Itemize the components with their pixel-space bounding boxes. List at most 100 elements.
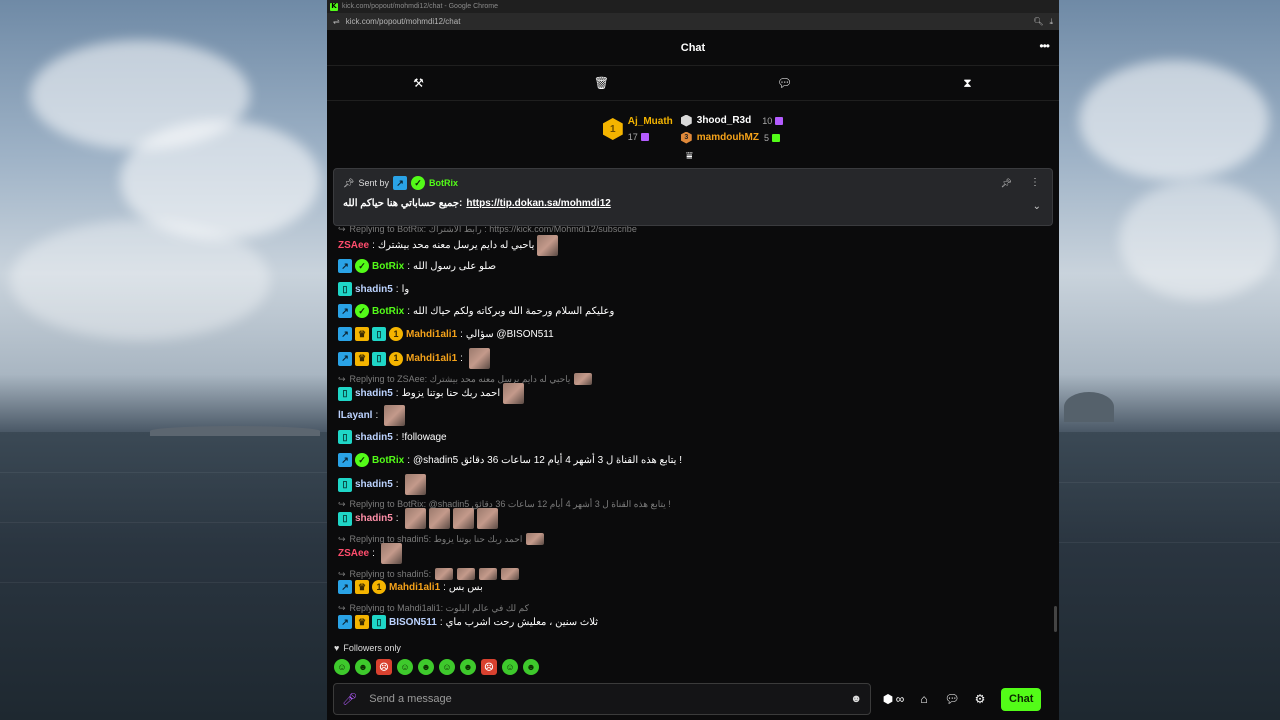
chat-message: ▯ shadin5: xyxy=(338,474,426,495)
channel-points-value[interactable]: ∞ xyxy=(893,692,907,706)
pinned-link[interactable]: https://tip.dokan.sa/mohmdi12 xyxy=(466,198,610,209)
verified-badge-icon: ✓ xyxy=(410,176,425,190)
trash-icon[interactable]: 🗑︎ xyxy=(510,76,693,90)
chevron-down-icon[interactable]: ⌄ xyxy=(1033,201,1041,212)
emote-button[interactable]: ☺ xyxy=(334,659,350,675)
username[interactable]: shadin5 xyxy=(355,284,393,295)
gift-icon xyxy=(772,133,780,142)
chat-message: ↗ ✓ BotRix: صلو على رسول الله xyxy=(338,259,496,273)
username[interactable]: ZSAee xyxy=(338,240,369,251)
settings-gear-icon[interactable]: ⚙ xyxy=(969,692,991,706)
moderator-badge-icon: ↗ xyxy=(392,176,407,190)
leaderboard-second-count: 10 xyxy=(762,115,773,126)
zoom-icon[interactable]: 🔍︎ xyxy=(1033,17,1043,26)
chat-scrollbar[interactable] xyxy=(1054,606,1057,632)
username[interactable]: BotRix xyxy=(372,306,404,317)
moderator-badge-icon: ↗ xyxy=(338,615,352,629)
pinned-message: 📌︎ Sent by ↗ ✓ BotRix جميع حساباتي هنا ح… xyxy=(333,168,1053,226)
username[interactable]: Mahdi1ali1 xyxy=(406,329,457,340)
username[interactable]: shadin5 xyxy=(355,388,393,399)
message-input[interactable]: 🎤︎ Send a message ☻ xyxy=(333,683,871,715)
message-placeholder[interactable]: Send a message xyxy=(369,693,838,705)
subscriber-badge-icon: ▯ xyxy=(338,511,352,526)
emote-button[interactable]: ☺ xyxy=(397,659,413,675)
username[interactable]: BISON511 xyxy=(389,617,437,628)
gifter-badge-icon: 1 xyxy=(389,327,403,341)
emote-button[interactable]: ☻ xyxy=(523,659,539,675)
chat-message: ▯ shadin5: !followage xyxy=(338,430,447,444)
chat-message: ↗ ✓ BotRix: @shadin5 يتابع هذه القناة ل … xyxy=(338,453,682,467)
leaderboard-first-count: 17 xyxy=(627,132,638,142)
crown-badge-icon: ♛ xyxy=(355,351,369,366)
leaderboard-second[interactable]: 3hood_R3d 10 xyxy=(680,114,784,127)
chat-message: ZSAee: ياحبي له دايم يرسل معنه محد بيشتر… xyxy=(338,235,559,256)
hourglass-icon[interactable]: ⧗ xyxy=(876,76,1059,91)
desktop-background-right xyxy=(1059,0,1280,720)
username[interactable]: lLayanl xyxy=(338,410,372,421)
username[interactable]: BotRix xyxy=(372,455,404,466)
subscriber-badge-icon: ▯ xyxy=(372,327,386,341)
emote xyxy=(452,508,474,529)
username[interactable]: shadin5 xyxy=(355,479,393,490)
pinned-author[interactable]: BotRix xyxy=(429,178,458,188)
emote xyxy=(476,508,498,529)
leaderboard-first-name: Aj_Muath xyxy=(627,116,673,127)
address-bar[interactable]: ⇌ kick.com/popout/mohmdi12/chat 🔍︎ ⤓ xyxy=(327,13,1059,30)
emoji-picker-icon[interactable]: ☻ xyxy=(850,693,862,705)
message-text: وا xyxy=(401,283,410,295)
window-titlebar: K kick.com/popout/mohmdi12/chat - Google… xyxy=(327,0,1059,13)
reply-arrow-icon: ↪ xyxy=(338,603,346,613)
username[interactable]: shadin5 xyxy=(355,432,393,443)
quick-emote-bar: ☺ ☻ ☹ ☺ ☻ ☺ ☻ ☹ ☺ ☻ xyxy=(334,659,539,675)
chat-send-button[interactable]: Chat xyxy=(1001,687,1042,711)
emote xyxy=(428,508,450,529)
chat-input-row: 🎤︎ Send a message ☻ ⬢ ∞ ⌂ 💬︎ ⚙ Chat xyxy=(333,683,1053,715)
emote-button[interactable]: ☹ xyxy=(376,659,392,675)
subscriber-badge-icon: ▯ xyxy=(338,282,352,296)
username[interactable]: Mahdi1ali1 xyxy=(389,582,440,593)
emote xyxy=(574,373,593,385)
verified-badge-icon: ✓ xyxy=(355,259,369,273)
emote-button[interactable]: ☻ xyxy=(460,659,476,675)
emote-button[interactable]: ☻ xyxy=(418,659,434,675)
download-icon[interactable]: ⤓ xyxy=(1049,17,1053,27)
crown-badge-icon: ♛ xyxy=(355,327,369,341)
username[interactable]: shadin5 xyxy=(355,513,393,524)
gift-leaderboard: 1 Aj_Muath 17 3hood_R3d 10 3 mamdouhMZ 5… xyxy=(327,101,1059,162)
reply-context[interactable]: ↪ Replying to shadin5: xyxy=(338,568,520,580)
pinned-more-icon[interactable]: ⋮ xyxy=(1030,177,1040,188)
emote xyxy=(479,568,498,580)
crown-badge-icon: ♛ xyxy=(355,615,369,629)
emote xyxy=(435,568,454,580)
reply-context[interactable]: ↪ Replying to Mahdi1ali1: كم لك في عالم … xyxy=(338,603,529,614)
message-text: سؤالي @BISON511 xyxy=(465,328,554,340)
emote-button[interactable]: ☺ xyxy=(439,659,455,675)
unpin-icon[interactable]: 📌︎ xyxy=(1001,178,1012,189)
url-text[interactable]: kick.com/popout/mohmdi12/chat xyxy=(346,17,461,26)
gifter-badge-icon: 1 xyxy=(389,351,403,366)
username[interactable]: ZSAee xyxy=(338,548,369,559)
ban-hammer-icon[interactable]: ⚒ xyxy=(327,76,510,90)
microphone-icon[interactable]: 🎤︎ xyxy=(342,692,357,706)
store-icon[interactable]: ⌂ xyxy=(913,692,935,706)
emote-button[interactable]: ☹ xyxy=(481,659,497,675)
kick-logo-icon: K xyxy=(330,2,338,11)
message-text: احمد ربك حنا بوتنا يزوط xyxy=(401,388,501,399)
site-settings-icon[interactable]: ⇌ xyxy=(333,17,340,26)
message-text: !followage xyxy=(401,431,447,443)
message-text: وعليكم السلام ورحمة الله وبركاته ولكم حي… xyxy=(413,305,615,317)
chat-message: ↗ ♛ ▯ 1 Mahdi1ali1: xyxy=(338,348,490,369)
window-title: kick.com/popout/mohmdi12/chat - Google C… xyxy=(342,3,499,10)
leaderboard-third[interactable]: 3 mamdouhMZ 5 xyxy=(680,131,783,144)
emote-button[interactable]: ☺ xyxy=(502,659,518,675)
chat-message: ▯ shadin5: احمد ربك حنا بوتنا يزوط xyxy=(338,383,525,404)
chat-bubble-icon[interactable]: 💬︎ xyxy=(693,76,876,90)
more-options-icon[interactable]: ••• xyxy=(1039,39,1050,53)
username[interactable]: BotRix xyxy=(372,261,404,272)
leaderboard-first[interactable]: 1 Aj_Muath 17 xyxy=(602,116,673,142)
chat-bubble-settings-icon[interactable]: 💬︎ xyxy=(941,692,963,706)
emote-button[interactable]: ☻ xyxy=(355,659,371,675)
username[interactable]: Mahdi1ali1 xyxy=(406,353,457,364)
chat-message: ZSAee: xyxy=(338,543,402,564)
collapse-leaderboard-icon[interactable]: ⩸ xyxy=(686,151,693,162)
